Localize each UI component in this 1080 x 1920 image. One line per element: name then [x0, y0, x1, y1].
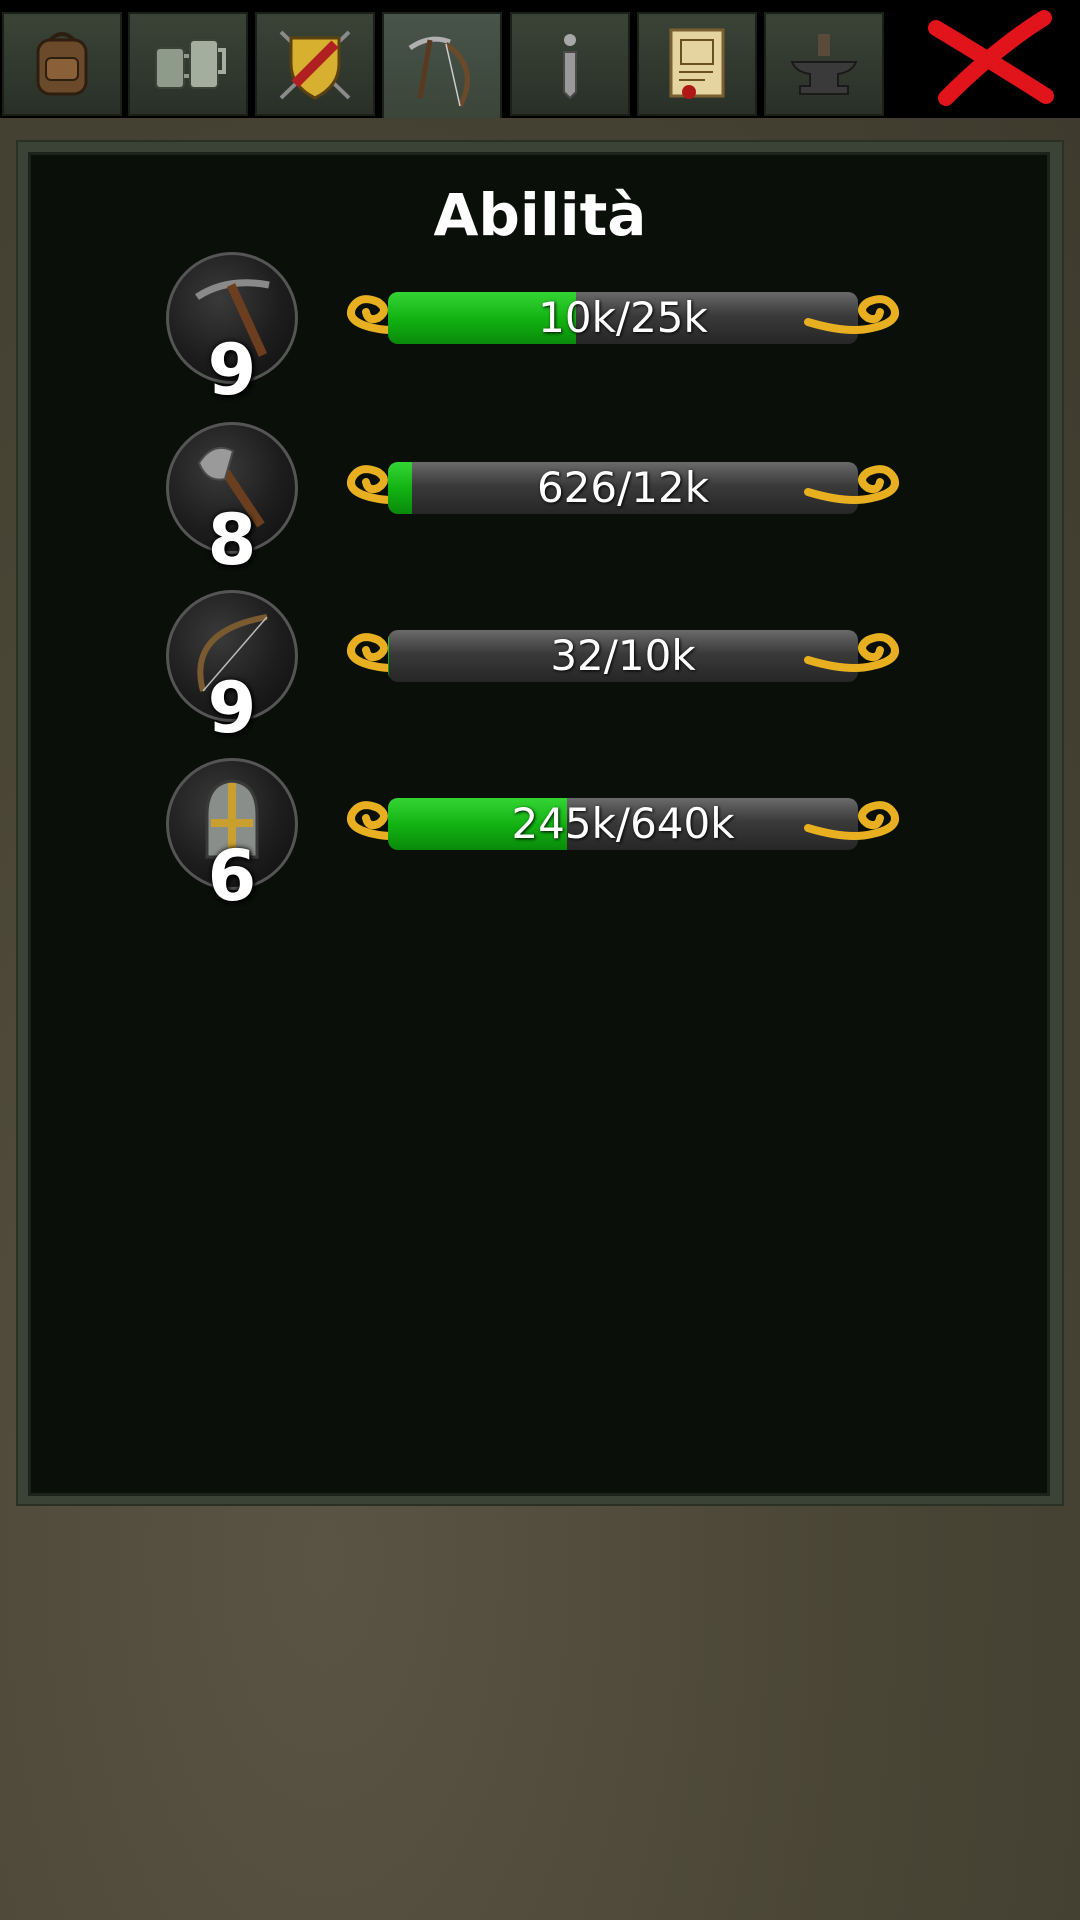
tab-crafting[interactable]	[764, 12, 884, 116]
progress-text: 626/12k	[536, 463, 710, 512]
progress-bar: 245k/640k	[338, 794, 908, 854]
progress-bar: 626/12k	[338, 458, 908, 518]
red-x-icon	[928, 10, 1054, 106]
pickaxe-bow-icon	[408, 36, 470, 108]
skill-level: 6	[207, 835, 257, 917]
tab-quests[interactable]	[637, 12, 757, 116]
tab-bar	[0, 0, 1080, 128]
page-title: Abilità	[433, 181, 647, 249]
backpack-icon	[36, 32, 88, 96]
shield-swords-icon	[279, 30, 351, 100]
progress-text: 32/10k	[550, 631, 696, 680]
close-button[interactable]	[916, 8, 1066, 108]
skill-row-mining[interactable]: 9 10k/25k	[0, 252, 1080, 422]
tab-tavern[interactable]	[128, 12, 248, 116]
skill-row-woodcutting[interactable]: 8 626/12k	[0, 422, 1080, 592]
scroll-icon	[669, 28, 725, 99]
skill-level: 9	[207, 329, 257, 411]
progress-bar: 32/10k	[338, 626, 908, 686]
anvil-icon	[790, 34, 858, 95]
skill-level: 8	[207, 499, 257, 581]
tab-guild[interactable]	[255, 12, 375, 116]
tab-inventory[interactable]	[2, 12, 122, 116]
info-icon	[563, 34, 577, 100]
tab-info[interactable]	[510, 12, 630, 116]
skill-row-archery[interactable]: 9 32/10k	[0, 590, 1080, 760]
progress-text: 245k/640k	[511, 799, 735, 848]
skill-level: 9	[207, 667, 257, 749]
skill-row-defense[interactable]: 6 245k/640k	[0, 758, 1080, 928]
tankards-icon	[155, 39, 226, 89]
tab-skills[interactable]	[382, 12, 502, 128]
progress-text: 10k/25k	[538, 293, 708, 342]
progress-bar: 10k/25k	[338, 288, 908, 348]
